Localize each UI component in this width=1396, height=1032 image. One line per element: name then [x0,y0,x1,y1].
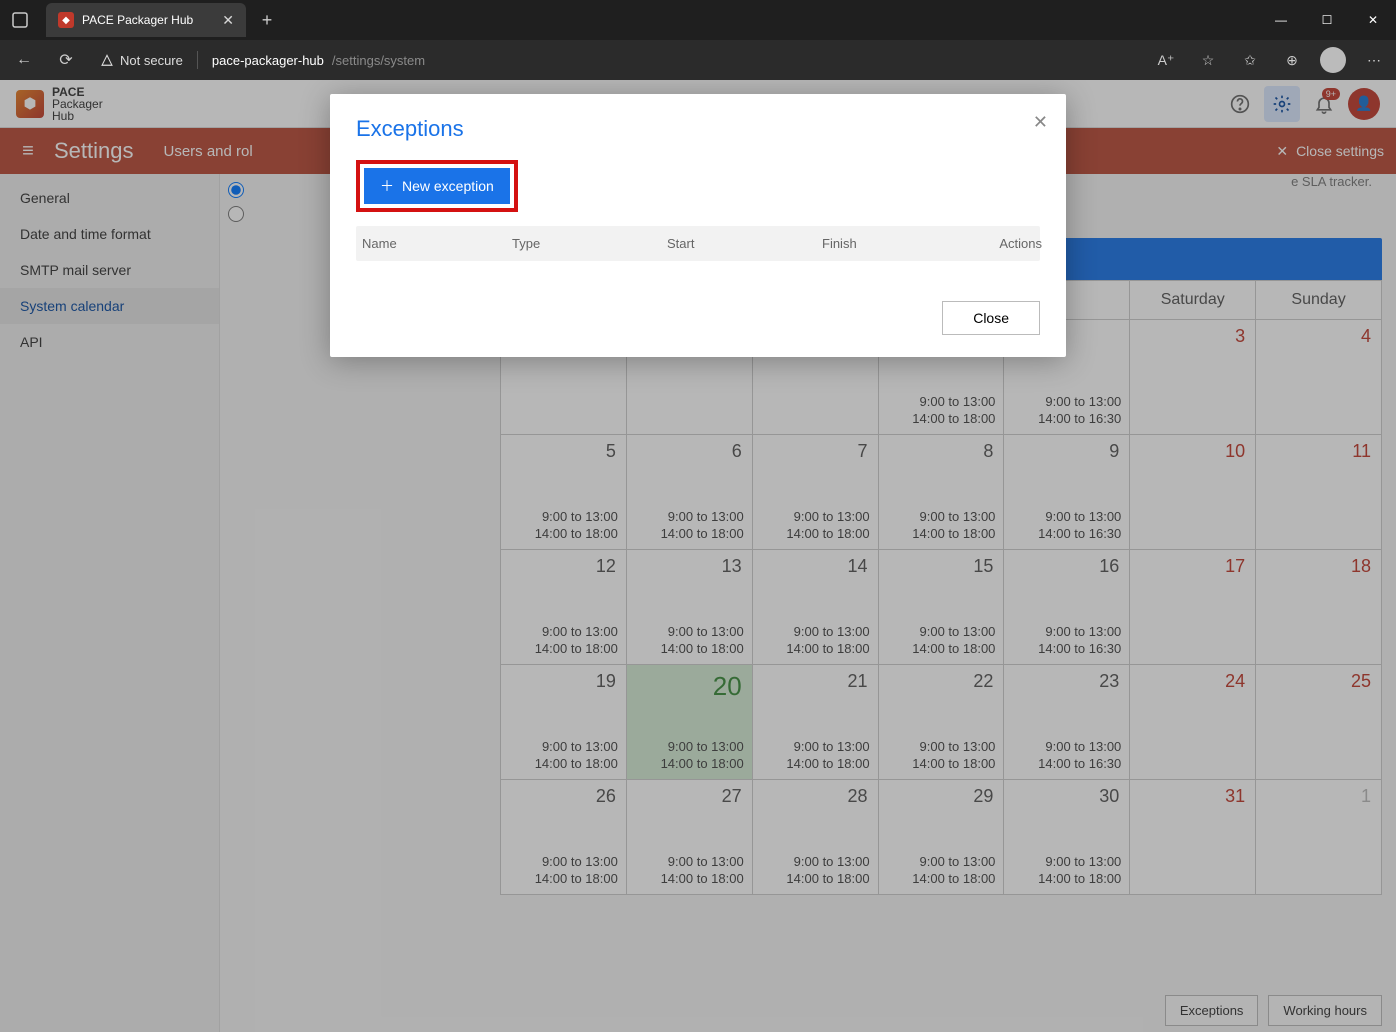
modal-overlay[interactable]: Exceptions ✕ ＋ New exception Name Type S… [0,80,1396,1032]
new-exception-button[interactable]: ＋ New exception [364,168,510,204]
browser-tab[interactable]: ◆ PACE Packager Hub ✕ [46,3,246,37]
address-bar[interactable]: Not secure pace-packager-hub/settings/sy… [92,44,433,76]
url-host: pace-packager-hub [212,53,324,68]
window-maximize-button[interactable]: ☐ [1304,0,1350,40]
modal-close-icon[interactable]: ✕ [1033,112,1048,133]
favicon-icon: ◆ [58,12,74,28]
modal-close-button[interactable]: Close [942,301,1040,335]
collections-icon[interactable]: ⊕ [1278,46,1306,74]
new-tab-button[interactable]: + [252,10,282,31]
favorites-bar-icon[interactable]: ✩ [1236,46,1264,74]
col-name: Name [362,236,512,251]
window-minimize-button[interactable]: — [1258,0,1304,40]
app-viewport: ⬢ PACE Packager Hub 9+ 👤 ≡ Settings User… [0,80,1396,1032]
not-secure-indicator: Not secure [100,53,183,68]
browser-chrome: ◆ PACE Packager Hub ✕ + — ☐ ✕ ← ⟳ Not se… [0,0,1396,80]
plus-icon: ＋ [380,176,394,196]
tab-title: PACE Packager Hub [82,13,193,27]
col-actions: Actions [977,236,1042,251]
col-finish: Finish [822,236,977,251]
browser-menu-icon[interactable]: ⋯ [1360,46,1388,74]
profile-avatar[interactable] [1320,47,1346,73]
url-path: /settings/system [332,53,425,68]
nav-back-button[interactable]: ← [8,44,40,76]
exceptions-modal: Exceptions ✕ ＋ New exception Name Type S… [330,94,1066,357]
table-header: Name Type Start Finish Actions [356,226,1040,261]
read-aloud-icon[interactable]: A⁺ [1152,46,1180,74]
modal-title: Exceptions [356,116,1040,142]
col-start: Start [667,236,822,251]
tab-actions-icon[interactable] [0,12,40,28]
tab-close-icon[interactable]: ✕ [222,12,234,29]
highlight-box: ＋ New exception [356,160,518,212]
favorite-icon[interactable]: ☆ [1194,46,1222,74]
window-close-button[interactable]: ✕ [1350,0,1396,40]
col-type: Type [512,236,667,251]
nav-refresh-button[interactable]: ⟳ [50,44,82,76]
